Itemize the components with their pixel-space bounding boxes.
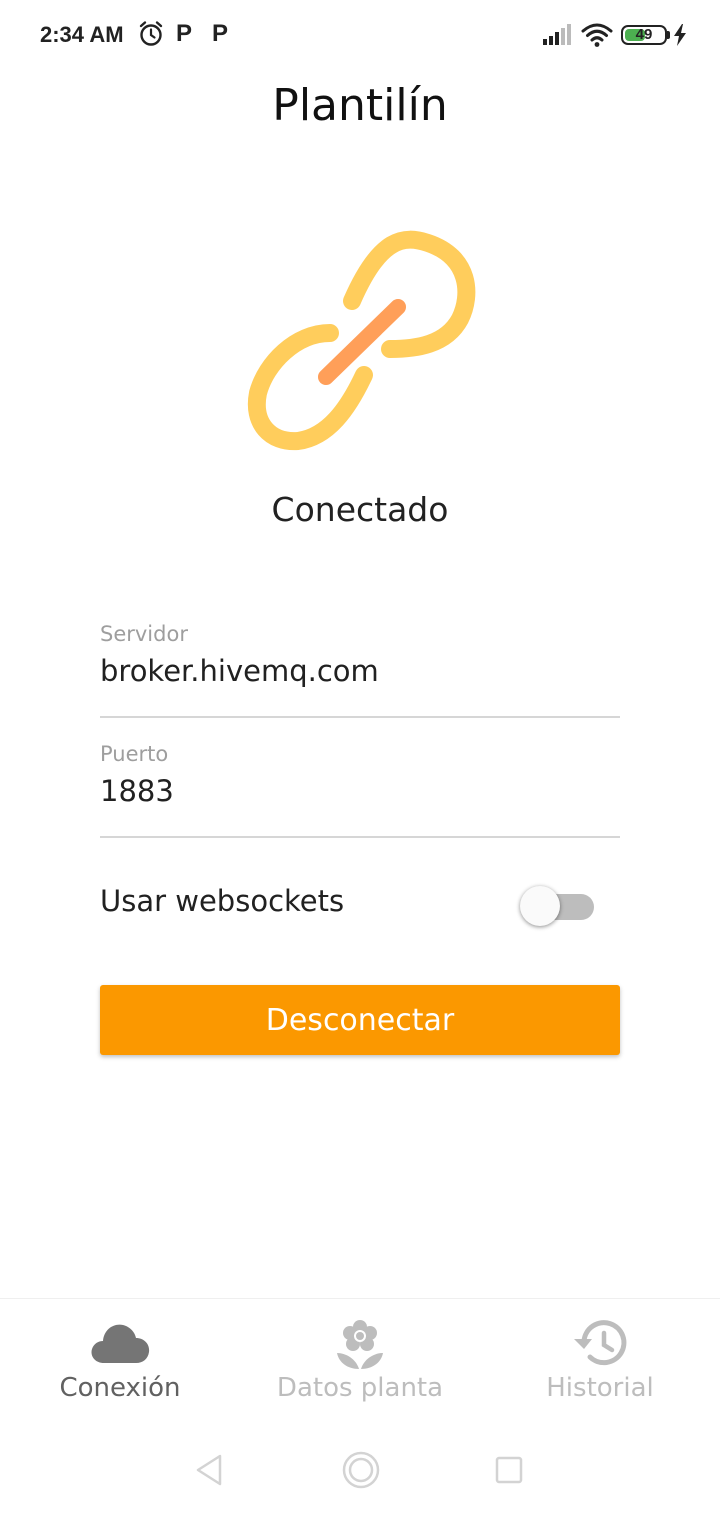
- signal-icon: [542, 24, 572, 50]
- alarm-icon: [138, 20, 164, 52]
- link-icon: [240, 225, 480, 465]
- websockets-label: Usar websockets: [100, 884, 345, 918]
- status-time: 2:34 AM: [40, 22, 124, 47]
- p-icon: P: [176, 20, 193, 47]
- home-icon[interactable]: [340, 1449, 382, 1491]
- websockets-toggle[interactable]: [520, 884, 596, 926]
- connection-status: Conectado: [271, 490, 449, 529]
- bottom-nav: Conexión Datos planta Historial: [0, 1298, 720, 1420]
- p-icon: P: [212, 20, 229, 47]
- back-icon[interactable]: [190, 1450, 230, 1490]
- wifi-icon: [581, 22, 613, 52]
- server-input[interactable]: [100, 654, 620, 688]
- system-nav: [0, 1420, 720, 1520]
- battery-nub: [667, 31, 670, 39]
- status-bar: 2:34 AM P P 49: [0, 0, 720, 70]
- server-label: Servidor: [100, 622, 188, 646]
- nav-item-conexion[interactable]: Conexión: [0, 1299, 240, 1421]
- flower-icon: [330, 1319, 390, 1369]
- charging-icon: [673, 24, 687, 50]
- port-field[interactable]: Puerto: [100, 730, 620, 838]
- history-icon: [570, 1319, 630, 1367]
- nav-item-historial[interactable]: Historial: [480, 1299, 720, 1421]
- battery-level: 49: [635, 26, 653, 43]
- websockets-row: Usar websockets: [100, 880, 620, 930]
- app-title: Plantilín: [272, 80, 448, 131]
- recents-icon[interactable]: [494, 1450, 534, 1490]
- port-input[interactable]: [100, 774, 620, 808]
- toggle-thumb: [520, 886, 560, 926]
- nav-label-conexion: Conexión: [59, 1373, 181, 1403]
- nav-item-datos-planta[interactable]: Datos planta: [240, 1299, 480, 1421]
- nav-label-historial: Historial: [546, 1373, 654, 1403]
- cloud-icon: [90, 1319, 150, 1367]
- disconnect-button[interactable]: Desconectar: [100, 985, 620, 1055]
- server-field[interactable]: Servidor: [100, 610, 620, 718]
- nav-label-datos-planta: Datos planta: [276, 1373, 444, 1403]
- port-label: Puerto: [100, 742, 169, 766]
